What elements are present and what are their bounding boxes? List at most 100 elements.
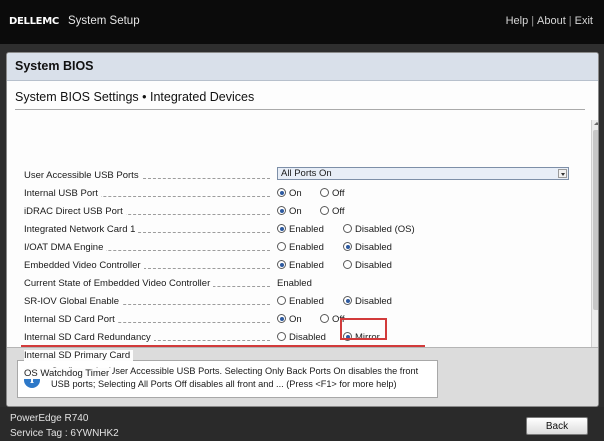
top-links: Help | About | Exit [506, 15, 593, 27]
app-title: System Setup [68, 15, 140, 27]
setting-static-value: Enabled [277, 278, 312, 289]
radio-option-enabled[interactable]: Enabled [277, 296, 324, 307]
radio-option-label: On [289, 188, 302, 199]
setting-row-embedded-video-controller: Embedded Video Controller Enabled Disabled [24, 257, 584, 275]
exit-link[interactable]: Exit [575, 15, 593, 27]
radio-option-on[interactable]: On [277, 314, 302, 325]
radio-option-label: On [289, 206, 302, 217]
panel-title: System BIOS [15, 59, 94, 73]
setting-label: I/OAT DMA Engine [24, 242, 107, 253]
usb-ports-dropdown[interactable]: All Ports On [277, 167, 569, 180]
help-link[interactable]: Help [506, 15, 529, 27]
radio-unselected-icon[interactable] [277, 242, 286, 251]
radio-option-off[interactable]: Off [320, 206, 345, 217]
dropdown-arrow-icon[interactable] [558, 169, 567, 178]
help-box: i Configure the User Accessible USB Port… [17, 360, 438, 398]
dropdown-value: All Ports On [281, 168, 332, 179]
setting-row-current-state-of-embedded-video-controller: Current State of Embedded Video Controll… [24, 275, 584, 293]
radio-option-label: Off [332, 206, 345, 217]
setting-label: iDRAC Direct USB Port [24, 206, 126, 217]
radio-option-label: Disabled [289, 332, 326, 343]
top-bar: DELLEMC System Setup Help | About | Exit [0, 0, 604, 44]
radio-unselected-icon[interactable] [320, 314, 329, 323]
setting-row-internal-usb-port: Internal USB Port On Off [24, 185, 584, 203]
setting-label-wrapper: Internal USB Port [24, 188, 270, 200]
radio-selected-icon[interactable] [277, 260, 286, 269]
setting-label: SR-IOV Global Enable [24, 296, 123, 307]
radio-option-disabled[interactable]: Disabled [343, 260, 392, 271]
setting-label: OS Watchdog Timer [24, 368, 113, 379]
highlight-box-mirror [340, 318, 387, 340]
setting-row-user-accessible-usb-ports: User Accessible USB Ports All Ports On [24, 167, 584, 185]
setting-label-wrapper: Integrated Network Card 1 [24, 224, 270, 236]
radio-option-label: Off [332, 188, 345, 199]
setting-row-integrated-network-card-1: Integrated Network Card 1 Enabled Disabled… [24, 221, 584, 239]
radio-selected-icon[interactable] [277, 206, 286, 215]
setting-row-sr-iov-global-enable: SR-IOV Global Enable Enabled Disabled [24, 293, 584, 311]
radio-option-disabled[interactable]: Disabled [343, 242, 392, 253]
radio-unselected-icon[interactable] [320, 188, 329, 197]
setting-label-wrapper: Internal SD Card Port [24, 314, 270, 326]
panel-header: System BIOS [7, 53, 598, 81]
settings-list: User Accessible USB Ports All Ports On Int… [7, 113, 585, 379]
radio-selected-icon[interactable] [277, 188, 286, 197]
radio-option-on[interactable]: On [277, 206, 302, 217]
about-link[interactable]: About [537, 15, 566, 27]
radio-option-enabled[interactable]: Enabled [277, 260, 324, 271]
scroll-up-icon[interactable] [593, 120, 598, 128]
setting-label: Internal USB Port [24, 188, 101, 199]
page-heading: System BIOS Settings • Integrated Device… [15, 90, 255, 104]
link-separator: | [568, 15, 572, 27]
scrollbar-thumb[interactable] [593, 130, 598, 310]
radio-option-label: Disabled [355, 260, 392, 271]
setting-label-wrapper: Internal SD Card Redundancy [24, 332, 270, 344]
radio-option-label: Enabled [289, 224, 324, 235]
radio-unselected-icon[interactable] [343, 260, 352, 269]
radio-selected-icon[interactable] [343, 242, 352, 251]
radio-option-on[interactable]: On [277, 188, 302, 199]
main-panel: System BIOS System BIOS Settings • Integ… [6, 52, 599, 407]
setting-label: Embedded Video Controller [24, 260, 144, 271]
setting-label-wrapper: iDRAC Direct USB Port [24, 206, 270, 218]
radio-selected-icon[interactable] [343, 296, 352, 305]
radio-option-label: Disabled [355, 242, 392, 253]
setting-label-wrapper: I/OAT DMA Engine [24, 242, 270, 254]
radio-option-label: Enabled [289, 296, 324, 307]
radio-option-label: Enabled [289, 242, 324, 253]
setting-label: Internal SD Card Redundancy [24, 332, 154, 343]
radio-option-enabled[interactable]: Enabled [277, 224, 324, 235]
radio-option-disabled[interactable]: Disabled [277, 332, 326, 343]
dell-emc-logo: DELLEMC [9, 16, 59, 27]
setting-label: Internal SD Card Port [24, 314, 118, 325]
scrollbar[interactable] [591, 120, 598, 385]
footer: PowerEdge R740 Service Tag : 6YWNHK2 Bac… [0, 407, 604, 441]
radio-option-disabled-os[interactable]: Disabled (OS) [343, 224, 415, 235]
setting-label: Integrated Network Card 1 [24, 224, 139, 235]
setting-label: Current State of Embedded Video Controll… [24, 278, 214, 289]
radio-option-disabled[interactable]: Disabled [343, 296, 392, 307]
radio-option-label: On [289, 314, 302, 325]
system-model: PowerEdge R740 [10, 413, 89, 424]
setting-label-wrapper: Embedded Video Controller [24, 260, 270, 272]
radio-option-label: Disabled (OS) [355, 224, 415, 235]
setting-row-i-oat-dma-engine: I/OAT DMA Engine Enabled Disabled [24, 239, 584, 257]
setting-label: Internal SD Primary Card [24, 350, 134, 361]
radio-unselected-icon[interactable] [343, 224, 352, 233]
radio-option-off[interactable]: Off [320, 188, 345, 199]
radio-unselected-icon[interactable] [277, 296, 286, 305]
setting-row-internal-sd-card-port: Internal SD Card Port On Off [24, 311, 584, 329]
radio-selected-icon[interactable] [277, 314, 286, 323]
radio-option-label: Enabled [289, 260, 324, 271]
link-separator: | [531, 15, 535, 27]
setting-row-idrac-direct-usb-port: iDRAC Direct USB Port On Off [24, 203, 584, 221]
setting-label-wrapper: Current State of Embedded Video Controll… [24, 278, 270, 290]
radio-option-enabled[interactable]: Enabled [277, 242, 324, 253]
setting-label: User Accessible USB Ports [24, 170, 142, 181]
heading-divider [15, 109, 585, 110]
radio-unselected-icon[interactable] [320, 206, 329, 215]
service-tag: Service Tag : 6YWNHK2 [10, 428, 119, 439]
setting-label-wrapper: SR-IOV Global Enable [24, 296, 270, 308]
back-button[interactable]: Back [526, 417, 588, 435]
radio-selected-icon[interactable] [277, 224, 286, 233]
radio-unselected-icon[interactable] [277, 332, 286, 341]
